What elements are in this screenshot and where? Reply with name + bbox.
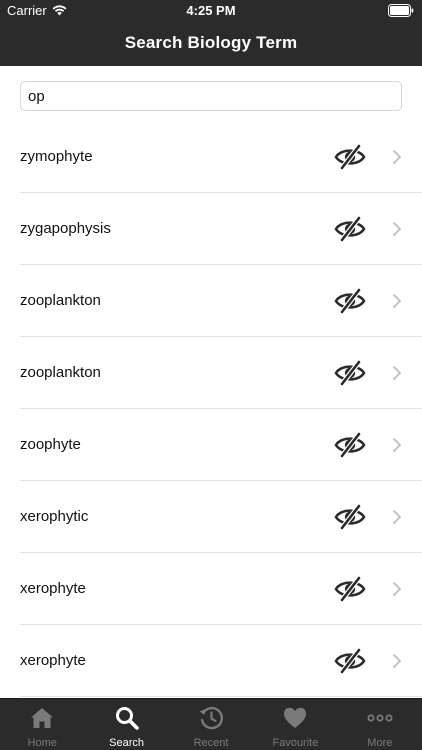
home-icon [31,708,54,728]
tab-more-label: More [367,737,393,749]
chevron-right-icon [393,366,401,380]
result-term: zoophyte [20,436,81,453]
result-row[interactable]: zooplankton [20,337,422,409]
history-icon [199,706,223,730]
search-icon [115,707,139,730]
chevron-right-icon [393,510,401,524]
result-row[interactable]: xerophyte [20,625,422,697]
heart-icon [284,707,307,728]
chevron-right-icon [393,582,401,596]
result-row[interactable]: xerophytic [20,481,422,553]
result-term: zooplankton [20,364,101,381]
result-term: xerophytic [20,508,89,525]
tab-search[interactable]: Search [84,699,168,750]
eye-slash-icon[interactable] [334,143,366,171]
eye-slash-icon[interactable] [334,287,366,315]
result-term: zymophyte [20,148,93,165]
search-bar [20,81,402,111]
page-title: Search Biology Term [124,33,298,52]
eye-slash-icon[interactable] [334,647,366,675]
eye-slash-icon[interactable] [334,431,366,459]
tab-favourite[interactable]: Favourite [253,699,337,750]
result-row[interactable]: xerophyte [20,553,422,625]
tab-recent-label: Recent [193,737,229,749]
chevron-right-icon [393,294,401,308]
result-row[interactable]: zymophyte [20,121,422,193]
chevron-right-icon [393,654,401,668]
status-time: 4:25 PM [186,3,236,18]
tab-home[interactable]: Home [0,699,84,750]
chevron-right-icon [393,222,401,236]
tab-home-label: Home [27,737,57,749]
more-icon [367,714,393,722]
status-bar: Carrier 4:25 PM [0,0,422,22]
header: Carrier 4:25 PM Search Biology Term [0,0,422,66]
result-row[interactable]: zooplankton [20,265,422,337]
eye-slash-icon[interactable] [334,503,366,531]
eye-slash-icon[interactable] [334,575,366,603]
tab-search-label: Search [109,737,145,749]
result-row[interactable]: zoophyte [20,409,422,481]
battery-icon [388,4,414,17]
tab-more[interactable]: More [338,699,422,750]
tab-bar: Home Search Recent Favourite More [0,698,422,750]
result-row[interactable]: zygapophysis [20,193,422,265]
tab-favourite-label: Favourite [272,737,319,749]
app-screen: Carrier 4:25 PM Search Biology Term zymo… [0,0,422,750]
results-list: zymophyte zygapophysis zooplankton zoopl… [0,121,422,700]
eye-slash-icon[interactable] [334,215,366,243]
result-term: xerophyte [20,652,86,669]
chevron-right-icon [393,150,401,164]
tab-recent[interactable]: Recent [169,699,253,750]
eye-slash-icon[interactable] [334,359,366,387]
result-term: zygapophysis [20,220,111,237]
chevron-right-icon [393,438,401,452]
result-term: xerophyte [20,580,86,597]
search-input[interactable] [20,81,402,111]
result-term: zooplankton [20,292,101,309]
